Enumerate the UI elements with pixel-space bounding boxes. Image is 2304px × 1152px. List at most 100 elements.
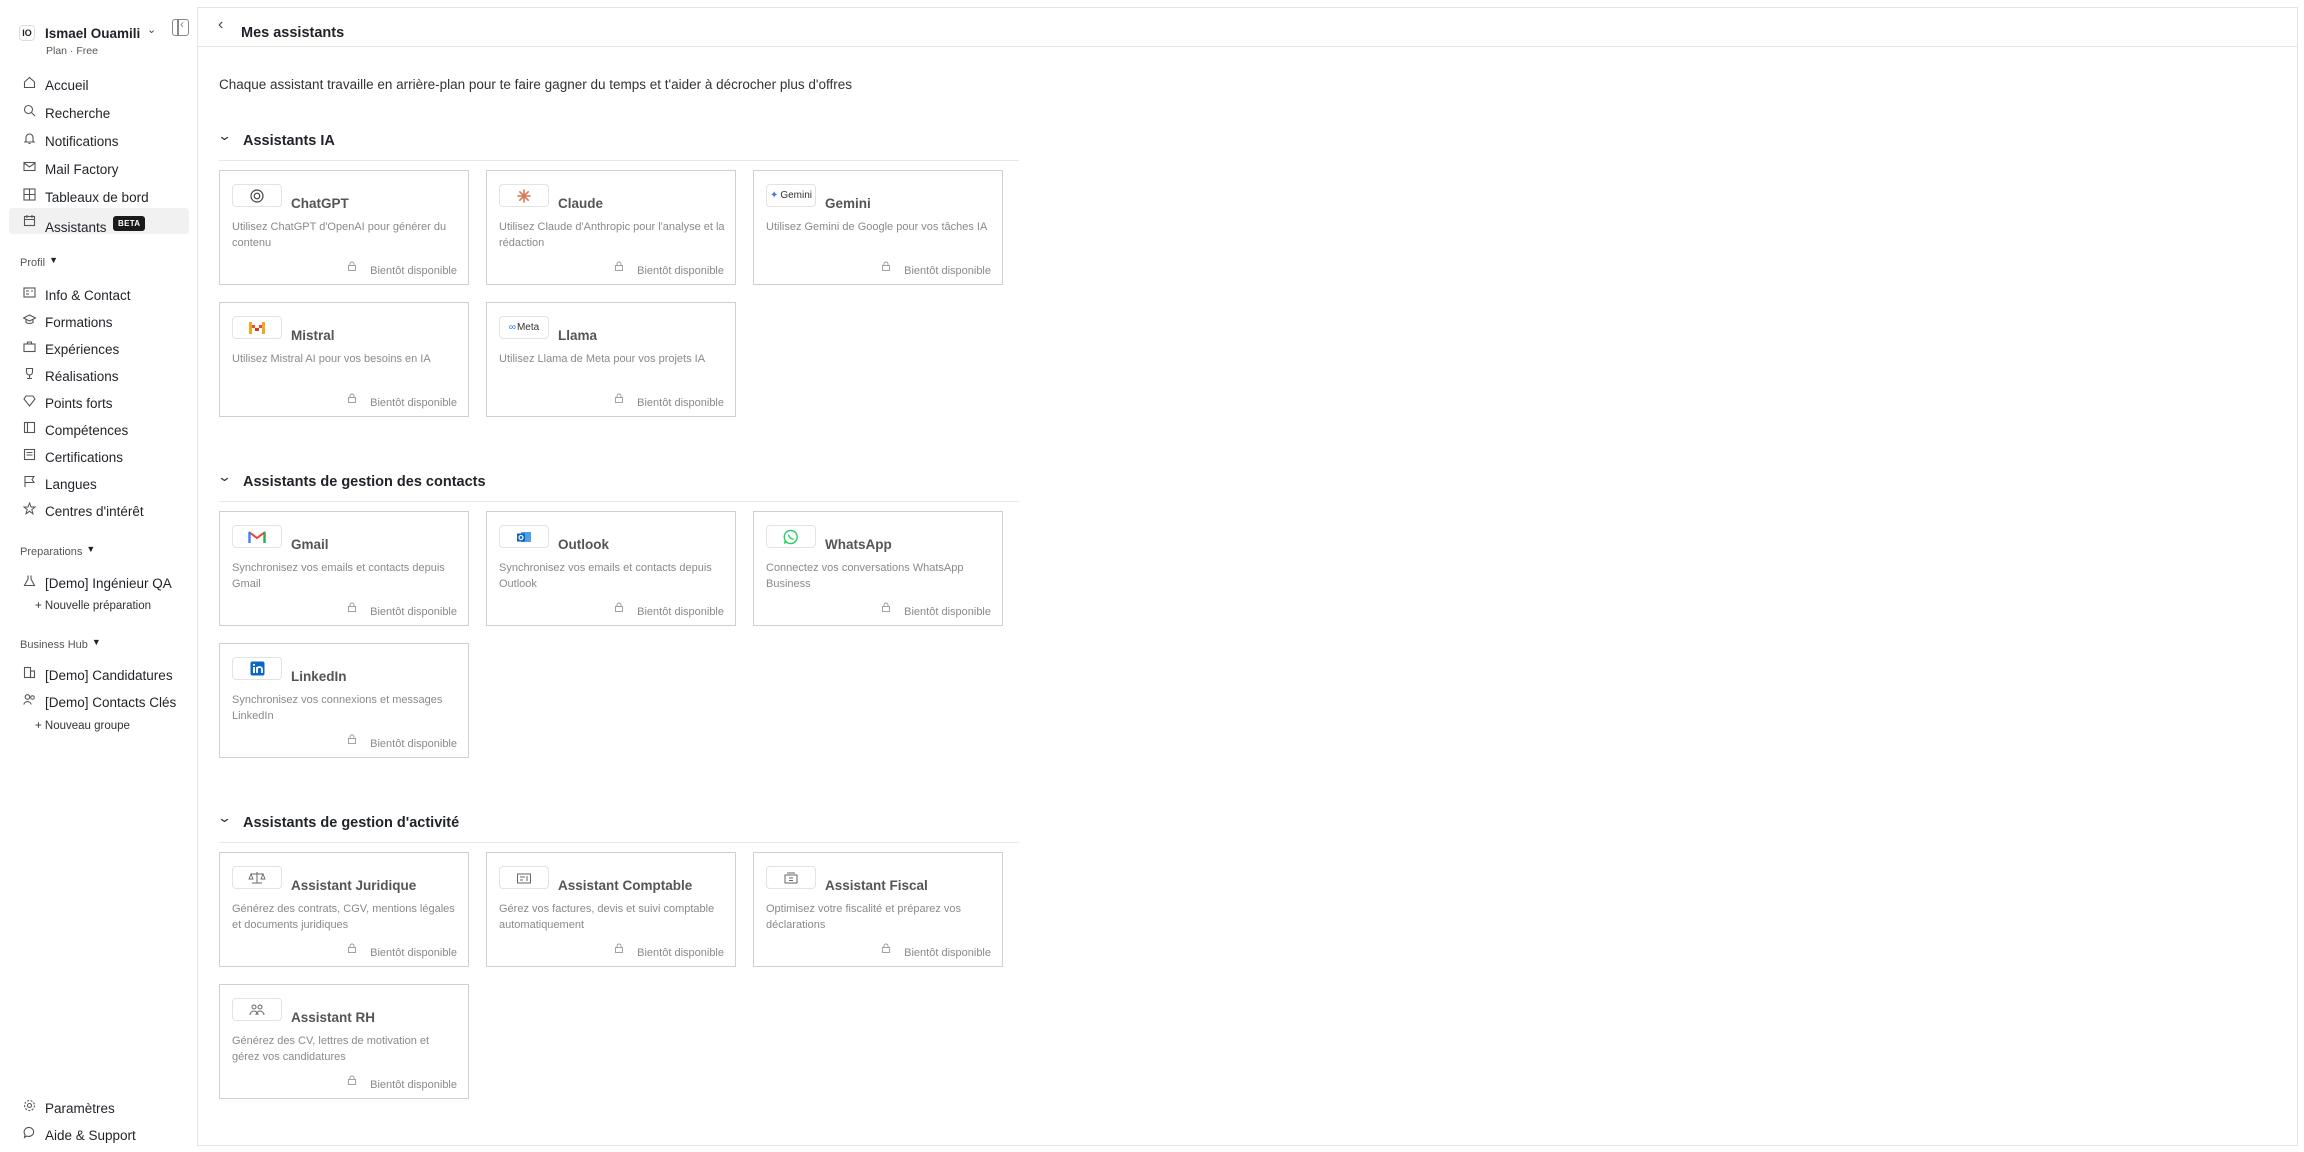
assistant-card-whatsapp[interactable]: WhatsApp Connectez vos conversations Wha… [753, 511, 1003, 626]
sidebar-item-accueil[interactable]: Accueil [9, 73, 189, 97]
sidebar-item-assistants[interactable]: Assistants BETA [9, 208, 189, 235]
graduation-cap-icon [23, 313, 36, 326]
section-business-hub[interactable]: Business Hub ▼ [20, 637, 101, 651]
status-badge: Bientôt disponible [370, 265, 457, 277]
assistant-card-chatgpt[interactable]: ChatGPT Utilisez ChatGPT d'OpenAI pour g… [219, 170, 469, 285]
section-preparations[interactable]: Preparations ▼ [20, 544, 96, 558]
assistant-card-fiscal[interactable]: Assistant Fiscal Optimisez votre fiscali… [753, 852, 1003, 967]
chevron-down-icon: ⌄ [216, 810, 233, 825]
assistant-description: Générez des CV, lettres de motivation et… [232, 1035, 430, 1063]
page-subtitle: Chaque assistant travaille en arrière-pl… [219, 77, 853, 92]
caret-down-icon: ▼ [91, 637, 101, 647]
lock-icon [882, 943, 890, 953]
sidebar-item-competences[interactable]: Compétences [9, 418, 189, 442]
mistral-logo-icon [232, 316, 282, 339]
sidebar-item-demo-ingenieur-qa[interactable]: [Demo] Ingénieur QA [9, 571, 189, 595]
user-menu[interactable]: IO Ismael Ouamili Plan · Free ⌄ [19, 22, 197, 57]
status-badge: Bientôt disponible [370, 1079, 457, 1091]
section-preparations-label: Preparations [20, 546, 83, 558]
calendar-icon [23, 214, 36, 227]
chevron-down-icon: ⌄ [147, 24, 157, 36]
sidebar-item-aide-support[interactable]: Aide & Support [9, 1123, 189, 1147]
lock-icon [348, 261, 356, 271]
gear-icon [23, 1099, 36, 1112]
main-panel: ‹ Mes assistants Chaque assistant travai… [197, 7, 2298, 1146]
avatar: IO [19, 25, 35, 41]
assistant-card-claude[interactable]: Claude Utilisez Claude d'Anthropic pour … [486, 170, 736, 285]
accounting-logo-icon [499, 866, 549, 889]
sidebar-item-demo-contacts-cles[interactable]: [Demo] Contacts Clés [9, 690, 189, 714]
sidebar-item-langues[interactable]: Langues [9, 472, 189, 496]
status-badge: Bientôt disponible [637, 265, 724, 277]
sidebar-item-label: Points forts [45, 396, 113, 411]
assistant-name: Llama [558, 328, 598, 343]
lock-icon [348, 943, 356, 953]
assistant-card-juridique[interactable]: Assistant Juridique Générez des contrats… [219, 852, 469, 967]
assistant-name: ChatGPT [291, 196, 349, 211]
new-group-link[interactable]: + Nouveau groupe [35, 720, 130, 732]
assistant-description: Connectez vos conversations WhatsApp Bus… [766, 562, 964, 590]
sidebar-item-centres-interet[interactable]: Centres d'intérêt [9, 499, 189, 523]
assistant-card-linkedin[interactable]: LinkedIn Synchronisez vos connexions et … [219, 643, 469, 758]
assistant-card-llama[interactable]: ∞ Meta Llama Utilisez Llama de Meta pour … [486, 302, 736, 417]
lock-icon [615, 261, 623, 271]
assistant-card-rh[interactable]: Assistant RH Générez des CV, lettres de … [219, 984, 469, 1099]
sidebar-item-label: Expériences [45, 342, 120, 357]
assistant-card-outlook[interactable]: Outlook Synchronisez vos emails et conta… [486, 511, 736, 626]
status-badge: Bientôt disponible [637, 947, 724, 959]
diamond-icon [23, 394, 36, 407]
building-icon [23, 666, 36, 679]
sidebar-item-demo-candidatures[interactable]: [Demo] Candidatures [9, 663, 189, 687]
assistant-name: Mistral [291, 328, 335, 343]
status-badge: Bientôt disponible [370, 397, 457, 409]
sidebar-item-experiences[interactable]: Expériences [9, 337, 189, 361]
assistant-description: Utilisez Mistral AI pour vos besoins en … [232, 353, 431, 365]
sidebar-item-parametres[interactable]: Paramètres [9, 1096, 189, 1120]
sidebar-item-points-forts[interactable]: Points forts [9, 391, 189, 415]
lock-icon [348, 602, 356, 612]
group-header-activite[interactable]: ⌄ Assistants de gestion d'activité [216, 810, 1019, 843]
sidebar-item-label: Aide & Support [45, 1128, 136, 1143]
group-header-contacts[interactable]: ⌄ Assistants de gestion des contacts [217, 469, 1019, 502]
assistant-description: Utilisez Llama de Meta pour vos projets … [499, 353, 706, 365]
section-profil[interactable]: Profil ▼ [20, 255, 58, 269]
sidebar-item-label: Info & Contact [45, 288, 131, 303]
sidebar-item-realisations[interactable]: Réalisations [9, 364, 189, 388]
assistant-card-gemini[interactable]: ✦ Gemini Gemini Utilisez Gemini de Google… [753, 170, 1003, 285]
collapse-sidebar-icon[interactable] [172, 17, 189, 36]
linkedin-logo-icon [232, 657, 282, 680]
sidebar-item-label: Paramètres [45, 1101, 115, 1116]
sidebar-item-label: [Demo] Candidatures [45, 668, 173, 683]
sidebar-item-certifications[interactable]: Certifications [9, 445, 189, 469]
sidebar-item-info-contact[interactable]: Info & Contact [9, 283, 189, 307]
new-preparation-link[interactable]: + Nouvelle préparation [35, 600, 151, 612]
sidebar-item-label: Recherche [45, 106, 111, 121]
sidebar-item-recherche[interactable]: Recherche [9, 101, 189, 125]
assistant-card-comptable[interactable]: Assistant Comptable Gérez vos factures, … [486, 852, 736, 967]
user-name: Ismael Ouamili [45, 26, 141, 41]
caret-down-icon: ▼ [86, 544, 96, 554]
claude-logo-icon [499, 184, 549, 207]
status-badge: Bientôt disponible [370, 947, 457, 959]
assistant-card-mistral[interactable]: Mistral Utilisez Mistral AI pour vos bes… [219, 302, 469, 417]
assistant-description: Optimisez votre fiscalité et préparez vo… [766, 903, 962, 931]
assistant-card-gmail[interactable]: Gmail Synchronisez vos emails et contact… [219, 511, 469, 626]
sidebar-item-mail-factory[interactable]: Mail Factory [9, 157, 189, 181]
sidebar-item-label: [Demo] Ingénieur QA [45, 576, 172, 591]
sidebar-item-notifications[interactable]: Notifications [9, 129, 189, 153]
sidebar-item-label: Langues [45, 477, 97, 492]
sidebar-item-formations[interactable]: Formations [9, 310, 189, 334]
legal-logo-icon [232, 866, 282, 889]
sidebar-item-label: Accueil [45, 78, 89, 93]
sidebar-item-label: Tableaux de bord [45, 190, 149, 205]
tax-logo-icon [766, 866, 816, 889]
users-icon [23, 693, 36, 706]
assistant-name: Assistant Fiscal [825, 878, 928, 893]
back-chevron-icon[interactable]: ‹ [218, 16, 223, 34]
star-icon [23, 502, 36, 515]
sidebar-item-label: [Demo] Contacts Clés [45, 695, 177, 710]
lock-icon [882, 602, 890, 612]
group-header-ia[interactable]: ⌄ Assistants IA [217, 128, 1019, 161]
sidebar-item-tableaux-de-bord[interactable]: Tableaux de bord [9, 185, 189, 209]
lock-icon [882, 261, 890, 271]
